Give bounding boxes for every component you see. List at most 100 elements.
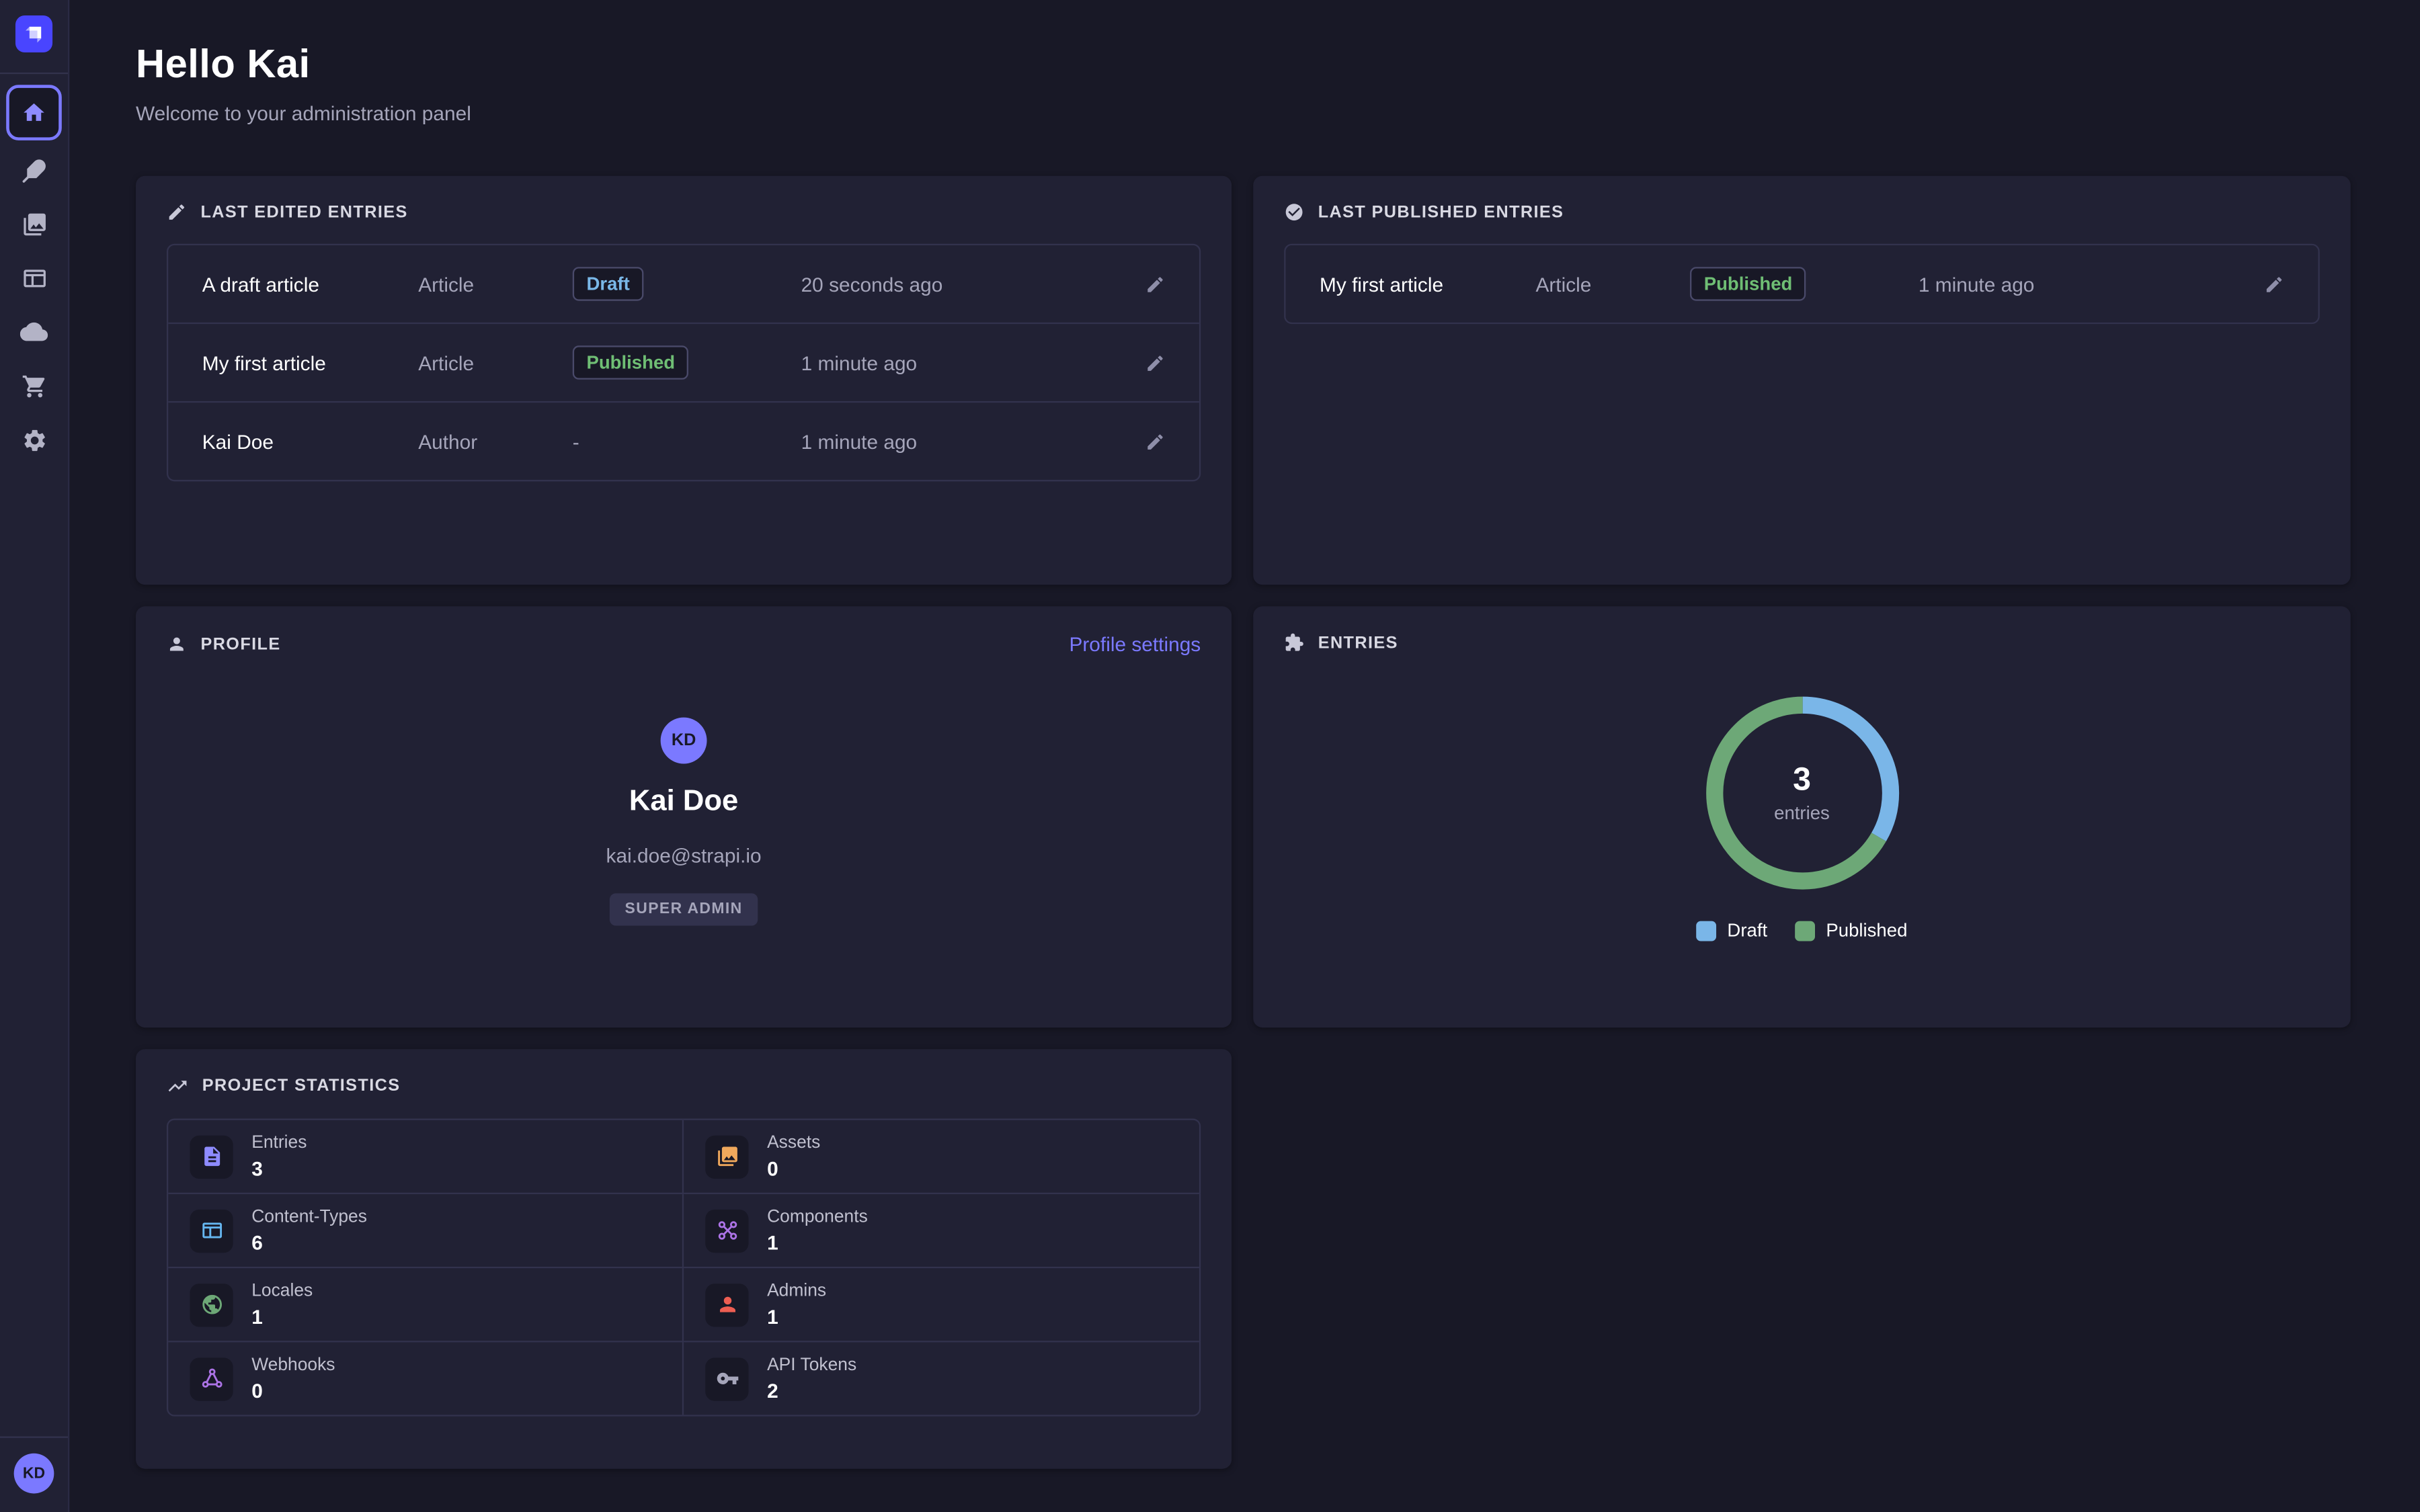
sidebar-item-deploy[interactable]	[9, 307, 58, 356]
puzzle-icon	[1284, 632, 1304, 653]
stat-label: Assets	[767, 1133, 820, 1152]
sidebar-item-marketplace[interactable]	[9, 361, 58, 410]
cloud-icon	[20, 318, 48, 345]
entry-type: Article	[418, 351, 573, 374]
stat-value: 0	[767, 1157, 820, 1179]
table-row[interactable]: Kai Doe Author - 1 minute ago	[168, 401, 1199, 480]
stat-content-types: Content-Types6	[168, 1194, 684, 1268]
stat-label: Locales	[251, 1282, 313, 1300]
entry-time: 1 minute ago	[801, 429, 1145, 452]
strapi-logo[interactable]	[15, 15, 52, 52]
panel-title: PROFILE	[200, 635, 280, 654]
profile-role-badge: SUPER ADMIN	[610, 893, 758, 925]
stat-locales: Locales 1	[168, 1268, 684, 1342]
stat-value: 3	[251, 1157, 307, 1179]
webhooks-icon	[200, 1367, 223, 1390]
sidebar-item-media-library[interactable]	[9, 199, 58, 248]
home-icon	[22, 100, 46, 125]
content-types-icon	[200, 1219, 223, 1242]
layout-icon	[21, 265, 47, 291]
panel-title: LAST PUBLISHED ENTRIES	[1318, 203, 1564, 222]
strapi-admin-dashboard: KD Hello Kai Welcome to your administrat…	[0, 0, 2420, 1512]
sidebar-item-home[interactable]	[6, 85, 62, 140]
page-title: Hello Kai	[136, 40, 2420, 88]
entry-name: My first article	[1320, 272, 1535, 295]
user-icon	[167, 634, 187, 655]
table-row[interactable]: A draft article Article Draft 20 seconds…	[168, 245, 1199, 323]
sidebar-item-content-manager[interactable]	[9, 145, 58, 194]
published-swatch	[1795, 921, 1815, 941]
entry-type: Article	[418, 272, 573, 295]
page-subtitle: Welcome to your administration panel	[136, 102, 2420, 125]
panel-entries: ENTRIES 3 entries	[1253, 606, 2350, 1027]
entries-icon	[200, 1145, 223, 1168]
stat-value: 1	[767, 1304, 826, 1327]
panel-title: ENTRIES	[1318, 633, 1398, 652]
table-row[interactable]: My first article Article Published 1 min…	[168, 323, 1199, 401]
entry-name: A draft article	[202, 272, 418, 295]
status-badge: Draft	[573, 267, 644, 301]
stat-label: API Tokens	[767, 1355, 856, 1374]
stat-label: Components	[767, 1208, 868, 1226]
api-tokens-icon	[715, 1367, 738, 1390]
stat-value: 2	[767, 1378, 856, 1401]
stat-label: Content-Types	[251, 1208, 367, 1226]
edit-entry-button[interactable]	[1145, 274, 1166, 294]
profile-settings-link[interactable]: Profile settings	[1069, 632, 1201, 655]
main-content: Hello Kai Welcome to your administration…	[68, 0, 2420, 1512]
draft-swatch	[1697, 921, 1717, 941]
entries-count-label: entries	[1774, 802, 1830, 824]
stat-components: Components1	[684, 1194, 1199, 1268]
admins-icon	[715, 1293, 738, 1316]
entry-time: 1 minute ago	[801, 351, 1145, 374]
entry-time: 20 seconds ago	[801, 272, 1145, 295]
check-circle-icon	[1284, 202, 1304, 222]
last-published-table: My first article Article Published 1 min…	[1284, 244, 2320, 324]
media-library-icon	[21, 210, 47, 237]
stat-assets: Assets 0	[684, 1120, 1199, 1194]
entry-time: 1 minute ago	[1919, 272, 2264, 295]
components-icon	[715, 1219, 738, 1242]
sidebar-divider-bottom	[0, 1437, 68, 1438]
stat-admins: Admins 1	[684, 1268, 1199, 1342]
trending-up-icon	[167, 1075, 188, 1097]
legend-label: Published	[1826, 919, 1907, 941]
entry-type: Author	[418, 429, 573, 452]
panel-profile: PROFILE Profile settings KD Kai Doe kai.…	[136, 606, 1232, 1027]
sidebar-divider-top	[0, 73, 68, 74]
table-row[interactable]: My first article Article Published 1 min…	[1286, 245, 2318, 323]
feather-icon	[21, 157, 47, 183]
profile-avatar: KD	[661, 718, 707, 764]
pencil-icon	[1145, 353, 1166, 373]
entries-donut-chart: 3 entries	[1694, 685, 1910, 900]
entries-count: 3	[1793, 762, 1811, 799]
edit-entry-button[interactable]	[2264, 274, 2284, 294]
profile-email: kai.doe@strapi.io	[606, 844, 762, 867]
pencil-icon	[167, 202, 187, 222]
stats-grid: Entries 3 Assets 0 Content-Types6 Componen…	[167, 1119, 1201, 1417]
stat-webhooks: Webhooks0	[168, 1342, 684, 1415]
panel-last-published-entries: LAST PUBLISHED ENTRIES My first article …	[1253, 176, 2350, 585]
stat-api-tokens: API Tokens 2	[684, 1342, 1199, 1415]
pencil-icon	[1145, 274, 1166, 294]
stat-value: 1	[251, 1304, 313, 1327]
sidebar-item-content-type-builder[interactable]	[9, 253, 58, 302]
user-avatar[interactable]: KD	[14, 1454, 54, 1494]
entry-type: Article	[1535, 272, 1690, 295]
entry-name: My first article	[202, 351, 418, 374]
sidebar-item-settings[interactable]	[9, 415, 58, 464]
sidebar: KD	[0, 0, 69, 1512]
locales-icon	[200, 1293, 223, 1316]
panel-project-statistics: PROJECT STATISTICS Entries 3 Assets 0 Cont…	[136, 1049, 1232, 1468]
legend-item-published: Published	[1795, 919, 1907, 941]
legend-label: Draft	[1727, 919, 1767, 941]
status-badge: Published	[1690, 267, 1806, 301]
entry-status-empty: -	[573, 429, 801, 452]
pencil-icon	[1145, 431, 1166, 452]
edit-entry-button[interactable]	[1145, 353, 1166, 373]
stat-label: Entries	[251, 1133, 307, 1152]
edit-entry-button[interactable]	[1145, 431, 1166, 452]
chart-legend: Draft Published	[1697, 919, 1908, 941]
panel-title: PROJECT STATISTICS	[202, 1077, 401, 1096]
stat-label: Admins	[767, 1282, 826, 1300]
